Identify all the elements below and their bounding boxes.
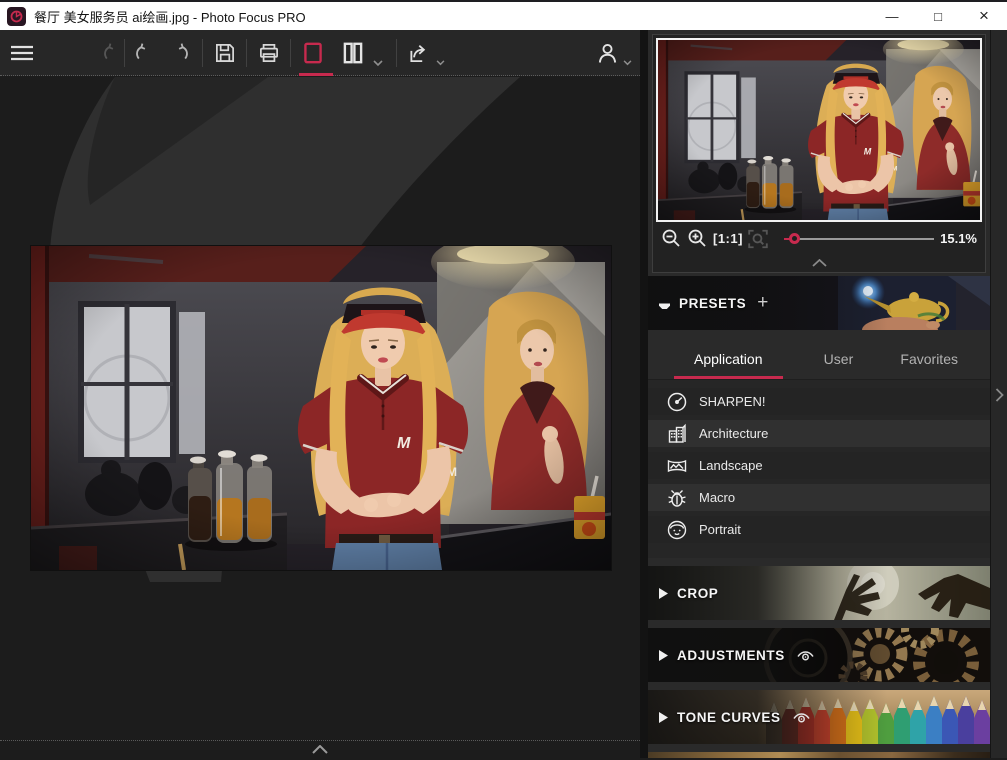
navigator-panel: [1:1] 15.1% <box>652 34 986 273</box>
menu-icon[interactable] <box>9 40 35 66</box>
maximize-button[interactable]: □ <box>915 2 961 30</box>
editor-column <box>0 30 640 758</box>
preset-item-sharpen[interactable]: SHARPEN! <box>648 388 990 415</box>
preset-item-landscape[interactable]: Landscape <box>648 452 990 479</box>
print-icon[interactable] <box>256 40 282 66</box>
expand-filmstrip-chevron-icon[interactable] <box>312 745 328 754</box>
gauge-icon <box>665 390 688 413</box>
view-options-chevron-icon[interactable] <box>373 50 383 76</box>
photo-canvas-image[interactable] <box>31 246 611 570</box>
presets-section-header[interactable]: PRESETS + <box>648 276 990 330</box>
app-logo-icon <box>7 7 26 26</box>
tone-curves-title: TONE CURVES <box>677 710 781 725</box>
buildings-icon <box>665 422 688 445</box>
active-view-underline <box>299 73 333 76</box>
window-titlebar: 餐厅 美女服务员 ai绘画.jpg - Photo Focus PRO — □ … <box>0 0 1007 30</box>
fit-screen-icon <box>747 228 769 250</box>
zoom-controls: [1:1] 15.1% <box>656 222 982 255</box>
account-chevron-icon[interactable] <box>623 50 632 76</box>
canvas-area[interactable] <box>0 77 640 758</box>
share-chevron-icon[interactable] <box>436 50 445 76</box>
panorama-icon <box>665 454 688 477</box>
section-collapsed-triangle-icon <box>659 712 668 723</box>
crop-section-header[interactable]: CROP <box>648 566 990 620</box>
tab-user[interactable]: User <box>818 351 860 379</box>
section-collapsed-triangle-icon <box>659 650 668 661</box>
collapse-panel-chevron-icon[interactable] <box>995 388 1004 402</box>
tab-favorites[interactable]: Favorites <box>894 351 964 379</box>
portrait-face-icon <box>665 518 688 541</box>
panel-collapse-rail[interactable] <box>990 30 1007 758</box>
save-icon[interactable] <box>212 40 238 66</box>
preset-tabs: Application User Favorites <box>648 330 990 380</box>
preset-item-macro[interactable]: Macro <box>648 484 990 511</box>
adjustments-title: ADJUSTMENTS <box>677 648 785 663</box>
zoom-in-icon[interactable] <box>687 228 708 249</box>
zoom-slider[interactable] <box>784 232 934 246</box>
zoom-slider-handle[interactable] <box>789 233 800 244</box>
tab-application[interactable]: Application <box>674 351 783 379</box>
add-preset-button[interactable]: + <box>757 292 769 314</box>
redo-icon[interactable] <box>168 40 192 66</box>
single-view-icon[interactable] <box>300 40 326 66</box>
adjustments-visibility-eye-icon[interactable] <box>796 649 815 662</box>
undo-icon[interactable] <box>132 40 156 66</box>
right-panel: [1:1] 15.1% P <box>648 30 990 758</box>
toolbar <box>0 30 640 76</box>
navigator-collapse-chevron-icon[interactable] <box>656 255 982 270</box>
window-title: 餐厅 美女服务员 ai绘画.jpg - Photo Focus PRO <box>34 7 306 26</box>
preset-item-architecture[interactable]: Architecture <box>648 420 990 447</box>
bug-icon <box>665 486 688 509</box>
tone-curves-visibility-eye-icon[interactable] <box>792 711 811 724</box>
adjustments-section-header[interactable]: ADJUSTMENTS <box>648 628 990 682</box>
navigator-thumbnail[interactable] <box>656 38 982 222</box>
presets-title: PRESETS <box>679 296 746 311</box>
close-button[interactable]: × <box>961 2 1007 30</box>
preset-item-portrait[interactable]: Portrait <box>648 516 990 543</box>
zoom-out-icon[interactable] <box>661 228 682 249</box>
next-section-partial[interactable] <box>648 752 990 758</box>
fur-image <box>648 752 990 758</box>
panel-divider <box>640 30 648 758</box>
tone-curves-section-header[interactable]: TONE CURVES <box>648 690 990 744</box>
filmstrip-collapsed-bar[interactable] <box>0 740 640 758</box>
share-icon[interactable] <box>406 40 433 66</box>
zoom-percentage: 15.1% <box>940 231 977 246</box>
minimize-button[interactable]: — <box>869 2 915 30</box>
actual-size-button[interactable]: [1:1] <box>713 231 743 246</box>
compare-view-icon[interactable] <box>340 40 366 66</box>
crop-title: CROP <box>677 586 718 601</box>
account-icon[interactable] <box>594 40 621 66</box>
preset-list: SHARPEN! Architecture Landscape <box>648 380 990 558</box>
section-expanded-triangle-icon <box>659 298 670 309</box>
section-collapsed-triangle-icon <box>659 588 668 599</box>
undo-history-icon <box>100 40 124 66</box>
